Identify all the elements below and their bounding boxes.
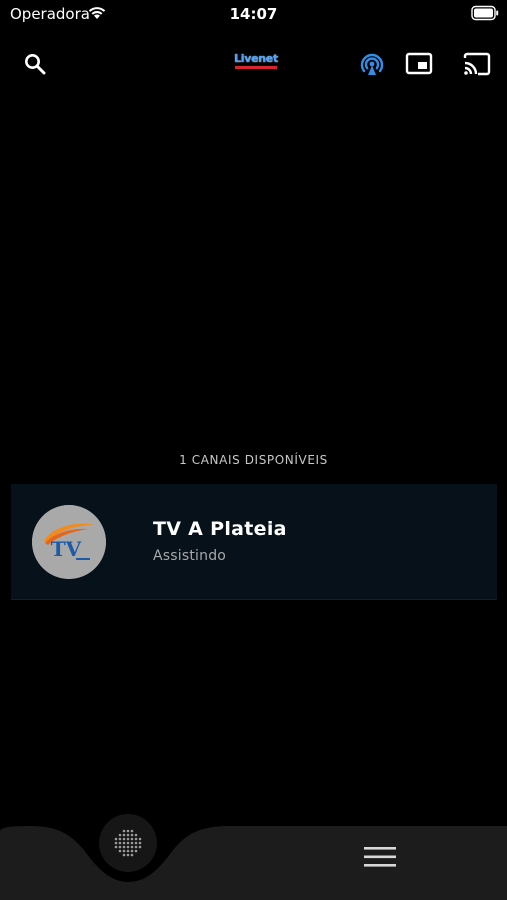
radio-button[interactable] bbox=[356, 48, 388, 80]
channel-name: TV A Plateia bbox=[153, 518, 287, 540]
channel-list-item[interactable]: TV TV A Plateia Assistindo bbox=[11, 484, 497, 600]
bottom-navigation-bar bbox=[0, 810, 507, 900]
brand-logo-bar bbox=[235, 66, 277, 69]
picture-in-picture-button[interactable] bbox=[403, 48, 435, 80]
top-toolbar: Livenet bbox=[0, 44, 507, 84]
hamburger-menu-icon bbox=[364, 847, 396, 867]
search-button[interactable] bbox=[19, 48, 51, 80]
dialpad-icon bbox=[114, 829, 142, 857]
battery-icon bbox=[471, 5, 499, 21]
cast-icon bbox=[463, 52, 491, 76]
menu-button[interactable] bbox=[362, 844, 398, 870]
cast-button[interactable] bbox=[461, 48, 493, 80]
app-screen: Operadora 14:07 Livenet 1 CANAIS DISPONÍ… bbox=[0, 0, 507, 900]
brand-logo-text: Livenet bbox=[234, 52, 278, 65]
channel-logo-text: TV bbox=[51, 537, 82, 561]
dialpad-button[interactable] bbox=[99, 814, 157, 872]
channel-logo-image: TV bbox=[32, 505, 106, 579]
channels-count-label: 1 CANAIS DISPONÍVEIS bbox=[179, 453, 328, 467]
radio-tower-icon bbox=[360, 53, 384, 75]
status-time: 14:07 bbox=[229, 5, 278, 23]
channel-status: Assistindo bbox=[153, 548, 227, 564]
brand-logo: Livenet bbox=[233, 53, 279, 71]
status-bar: Operadora 14:07 bbox=[0, 0, 507, 28]
picture-in-picture-icon bbox=[405, 52, 433, 75]
bottom-bar-background bbox=[0, 826, 507, 900]
search-icon bbox=[25, 54, 46, 75]
channel-logo: TV bbox=[32, 505, 106, 579]
